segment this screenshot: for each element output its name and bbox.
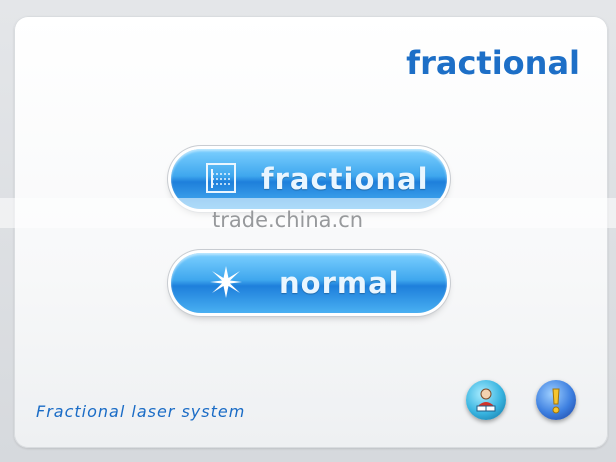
fractional-button-label: fractional — [261, 162, 429, 196]
exclamation-icon — [552, 388, 560, 414]
user-button[interactable] — [466, 380, 506, 420]
normal-mode-button[interactable]: normal — [171, 253, 447, 313]
brand-title: fractional — [406, 44, 580, 82]
window-background: fractional fractional normal Fractional … — [0, 0, 616, 462]
main-panel: fractional fractional normal Fractional … — [14, 16, 608, 448]
footer-caption: Fractional laser system — [36, 402, 246, 421]
starburst-icon — [210, 266, 242, 298]
user-book-icon — [476, 388, 496, 412]
watermark-text: trade.china.cn — [212, 208, 364, 232]
normal-button-label: normal — [279, 266, 400, 300]
ruler-grid-icon — [206, 163, 236, 193]
info-button[interactable] — [536, 380, 576, 420]
